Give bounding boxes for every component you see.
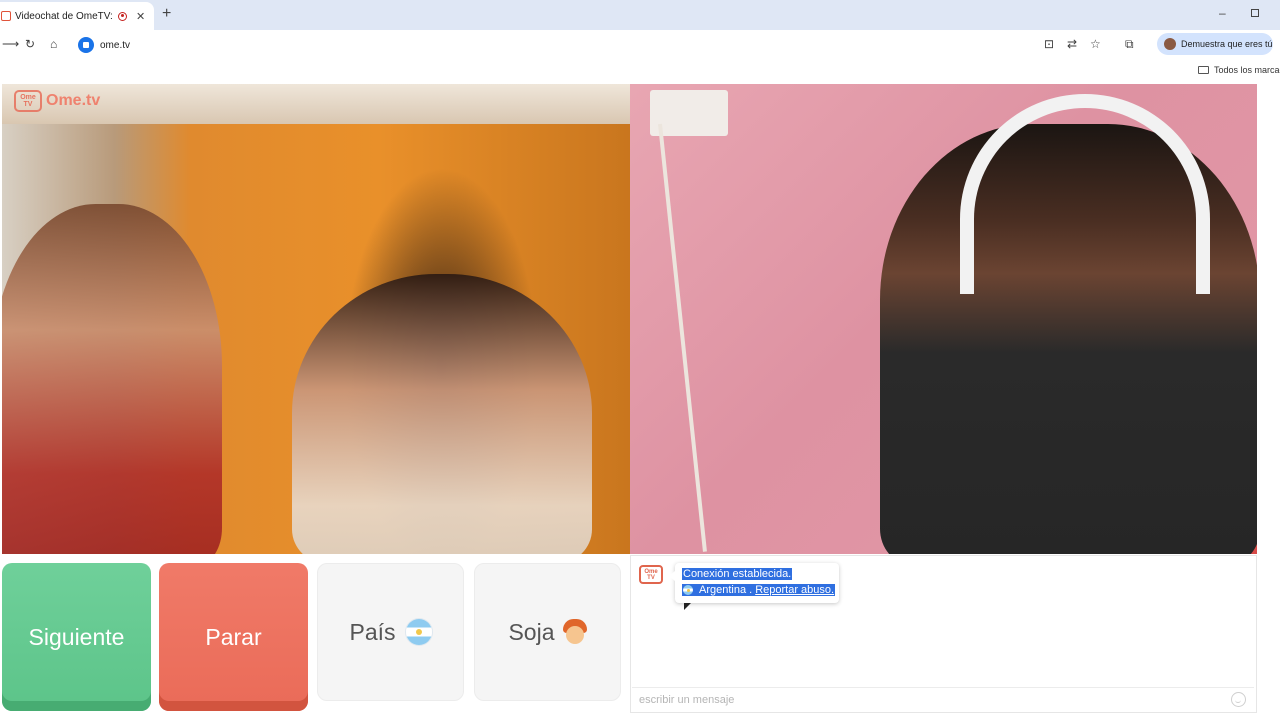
new-tab-button[interactable]: + [162, 5, 171, 23]
all-bookmarks-button[interactable]: Todos los marcad [1214, 65, 1280, 75]
country-line: Argentina . Reportar abuso. [682, 584, 836, 596]
boy-emoji-icon [562, 619, 587, 645]
url-text[interactable]: ome.tv [100, 40, 130, 51]
cable [658, 123, 707, 552]
home-icon[interactable]: ⌂ [50, 37, 57, 51]
avatar [1164, 38, 1176, 50]
argentina-flag-icon [683, 585, 693, 595]
browser-tab-bar: Videochat de OmeTV: una ✕ + – [0, 0, 1280, 30]
recording-indicator-icon [118, 11, 127, 21]
install-app-icon[interactable]: ⊡ [1044, 37, 1054, 51]
person-right [292, 274, 592, 554]
gender-filter-button[interactable]: Soja [474, 563, 621, 701]
tv-logo-icon: Ome TV [14, 90, 42, 112]
site-info-icon[interactable] [78, 37, 94, 53]
smiley-icon[interactable] [1231, 692, 1246, 707]
profile-label: Demuestra que eres tú [1181, 39, 1273, 49]
chat-panel: Ome TV Conexión establecida. Argentina .… [630, 555, 1257, 713]
browser-toolbar: ⟶ ↻ ⌂ ome.tv ⊡ ⇄ ☆ ⧉ [0, 30, 1280, 60]
window-minimize-button[interactable]: – [1219, 6, 1226, 20]
browser-tab[interactable]: Videochat de OmeTV: una ✕ [0, 2, 154, 30]
extensions-icon[interactable]: ⧉ [1125, 37, 1134, 51]
headset [960, 94, 1210, 294]
tab-favicon-icon [1, 11, 11, 21]
person-left [2, 204, 222, 554]
chat-message-input[interactable] [632, 687, 1254, 711]
gender-button-label: Soja [508, 618, 555, 645]
stop-button-label: Parar [205, 623, 262, 650]
folder-icon [1198, 66, 1209, 74]
report-abuse-link[interactable]: Reportar abuso. [755, 584, 834, 596]
next-button-label: Siguiente [28, 623, 125, 650]
profile-button[interactable]: Demuestra que eres tú [1157, 33, 1273, 55]
window-restore-button[interactable] [1251, 9, 1259, 17]
ometv-chat-logo-icon: Ome TV [639, 565, 663, 584]
forward-icon[interactable]: ⟶ [2, 37, 19, 51]
stop-button[interactable]: Parar [159, 563, 308, 711]
bookmark-star-icon[interactable]: ☆ [1090, 37, 1101, 51]
next-button[interactable]: Siguiente [2, 563, 151, 711]
logo-text: Ome.tv [46, 92, 101, 109]
system-message: Conexión establecida. Argentina . Report… [669, 563, 839, 603]
connection-status-text: Conexión establecida. [682, 568, 793, 580]
self-video [630, 84, 1257, 554]
country-button-label: País [349, 618, 396, 645]
address-bar[interactable]: ome.tv [74, 33, 1154, 57]
argentina-flag-icon [405, 619, 432, 645]
translate-icon[interactable]: ⇄ [1067, 37, 1077, 51]
ometv-logo: Ome TV Ome.tv [14, 90, 100, 112]
country-filter-button[interactable]: País [317, 563, 464, 701]
tab-title: Videochat de OmeTV: una [15, 10, 113, 22]
bookmarks-bar: Todos los marcad [0, 60, 1280, 82]
stranger-video: Ome TV Ome.tv [2, 84, 630, 554]
country-name: Argentina . [699, 584, 753, 596]
tab-close-icon[interactable]: ✕ [136, 10, 145, 23]
reload-icon[interactable]: ↻ [25, 37, 35, 51]
